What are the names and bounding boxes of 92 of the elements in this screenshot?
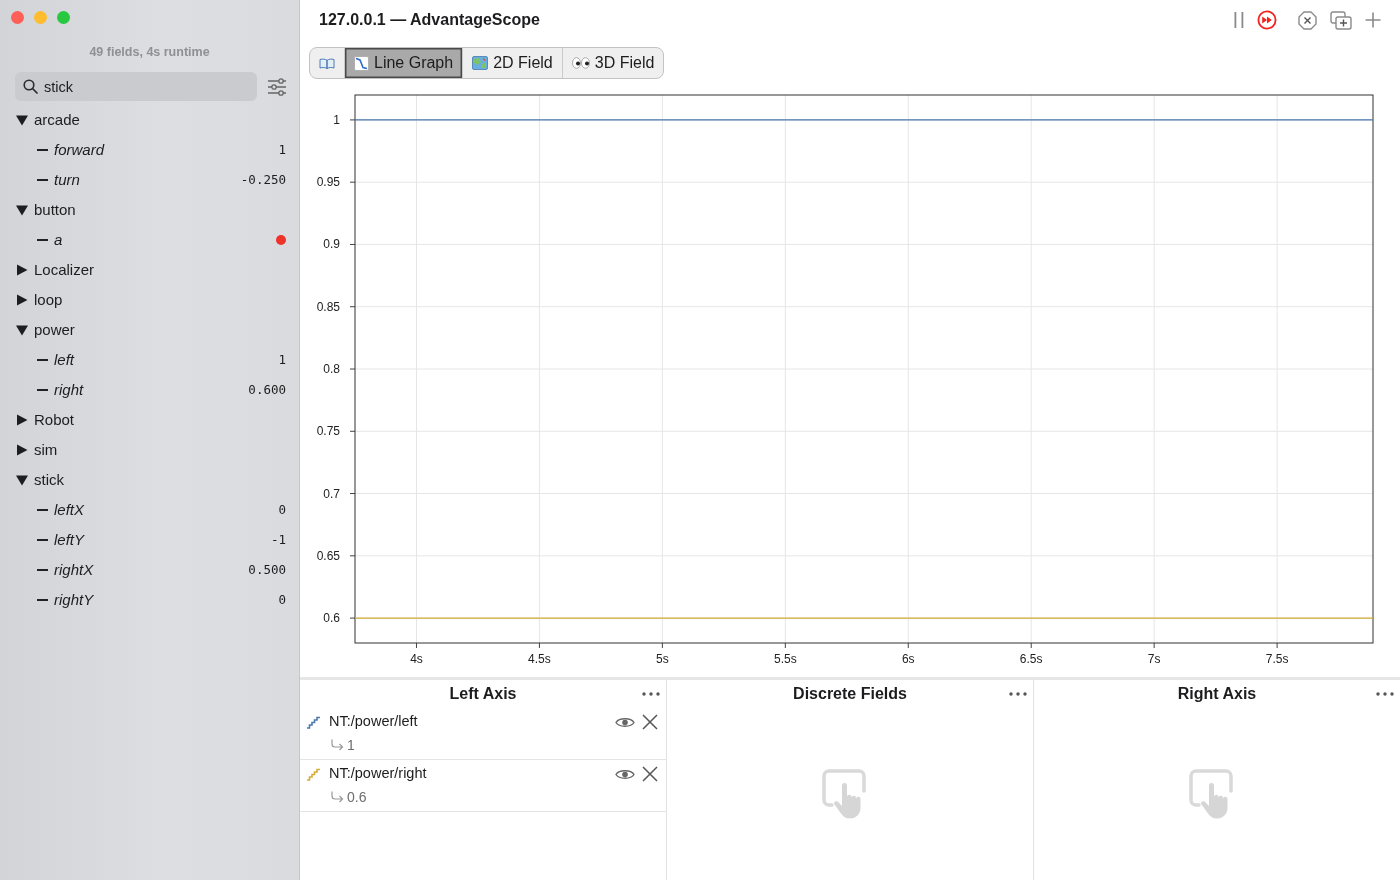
field-label[interactable]: rightY — [54, 588, 94, 612]
return-arrow-icon — [330, 739, 344, 751]
tab[interactable]: Line Graph — [345, 48, 464, 78]
return-arrow-icon — [330, 791, 344, 803]
close-icon[interactable] — [1298, 10, 1317, 30]
more-icon[interactable] — [1376, 692, 1394, 696]
dash-icon — [37, 569, 48, 571]
eye-icon[interactable] — [615, 767, 635, 781]
pause-icon[interactable] — [1234, 12, 1244, 28]
more-icon[interactable] — [642, 692, 660, 696]
disclosure-triangle-icon[interactable] — [16, 204, 28, 216]
disclosure-triangle-icon[interactable] — [16, 474, 28, 486]
field-label[interactable]: a — [54, 228, 63, 252]
field-name[interactable]: NT:/power/left — [329, 711, 418, 733]
dash-icon — [37, 239, 48, 241]
axis-tick-label: 6s — [901, 652, 915, 666]
disclosure-triangle-icon[interactable] — [16, 444, 28, 456]
open-book-icon — [319, 57, 335, 69]
axis-tick-label: 1 — [333, 112, 340, 127]
dash-icon — [37, 179, 48, 181]
search-icon — [23, 79, 38, 94]
disclosure-triangle-icon[interactable] — [16, 264, 28, 276]
close-icon[interactable] — [642, 766, 658, 782]
axis-tick-label: 4.5s — [528, 652, 551, 666]
group-label[interactable]: Robot — [34, 408, 75, 432]
group-label[interactable]: sim — [34, 438, 58, 462]
axis-tick-label: 7s — [1147, 652, 1161, 666]
fast-forward-icon[interactable] — [1257, 10, 1277, 30]
dash-icon — [37, 359, 48, 361]
field-value: 0.600 — [248, 380, 286, 399]
dash-icon — [37, 509, 48, 511]
axis-tick-label: 7.5s — [1265, 652, 1289, 666]
sliders-icon[interactable] — [267, 77, 287, 96]
panel-title: Discrete Fields — [793, 684, 907, 704]
more-icon[interactable] — [1009, 692, 1027, 696]
group-label[interactable]: Localizer — [34, 258, 95, 282]
field-label[interactable]: leftY — [54, 528, 84, 552]
disclosure-triangle-icon[interactable] — [16, 294, 28, 306]
disclosure-triangle-icon[interactable] — [16, 324, 28, 336]
axis-tick-label: 0.85 — [316, 299, 340, 314]
field-label[interactable]: turn — [54, 168, 80, 192]
axis-tick-label: 0.75 — [316, 424, 340, 439]
axis-tick-label: 6.5s — [1019, 652, 1043, 666]
field-label[interactable]: left — [54, 348, 74, 372]
axis-tick-label: 0.95 — [316, 175, 340, 190]
axis-tick-label: 5s — [656, 652, 669, 666]
field-value: 1 — [278, 350, 286, 369]
field-value: 0 — [278, 590, 286, 609]
axis-tick-label: 0.8 — [323, 362, 340, 376]
field-label[interactable]: leftX — [54, 498, 84, 522]
add-window-icon[interactable] — [1330, 10, 1352, 30]
eyes-icon — [571, 57, 590, 69]
field-summary: 49 fields, 4s runtime — [88, 44, 211, 61]
axis-tick-label: 0.65 — [316, 548, 340, 563]
dash-icon — [37, 539, 48, 541]
field-label[interactable]: right — [54, 378, 84, 402]
close-icon[interactable] — [642, 714, 658, 730]
field-name[interactable]: NT:/power/right — [329, 763, 427, 785]
field-value: 1 — [347, 735, 355, 755]
field-value: 0.500 — [248, 560, 286, 579]
axis-tick-label: 0.6 — [323, 611, 340, 626]
panel-title: Left Axis — [449, 684, 517, 704]
field-label[interactable]: forward — [54, 138, 105, 162]
field-value: 1 — [278, 140, 286, 159]
field-label[interactable]: rightX — [54, 558, 94, 582]
group-label[interactable]: button — [34, 198, 76, 222]
group-label[interactable]: stick — [34, 468, 64, 492]
field-value: 0 — [278, 500, 286, 519]
map-icon — [472, 56, 489, 70]
field-value: -1 — [270, 530, 286, 549]
tab[interactable]: 3D Field — [562, 48, 664, 78]
dash-icon — [37, 149, 48, 151]
dash-icon — [37, 389, 48, 391]
axis-tick-label: 5.5s — [773, 652, 797, 666]
axis-tick-label: 4s — [410, 652, 423, 666]
group-label[interactable]: arcade — [34, 108, 80, 132]
dash-icon — [37, 599, 48, 601]
eye-icon[interactable] — [615, 715, 635, 729]
field-value: -0.250 — [240, 170, 286, 189]
plus-icon[interactable] — [1365, 12, 1381, 28]
panel-title: Right Axis — [1177, 684, 1257, 704]
group-label[interactable]: loop — [34, 288, 63, 312]
axis-tick-label: 0.9 — [323, 237, 340, 252]
field-value: 0.6 — [347, 787, 367, 807]
group-label[interactable]: power — [34, 318, 75, 342]
disclosure-triangle-icon[interactable] — [16, 414, 28, 426]
search-field[interactable]: stick — [15, 72, 257, 101]
axis-tick-label: 0.7 — [323, 486, 340, 501]
line-chart-icon — [354, 55, 369, 71]
disclosure-triangle-icon[interactable] — [16, 114, 28, 126]
tab[interactable]: 2D Field — [463, 48, 563, 78]
window-title: 127.0.0.1 — AdvantageScope — [319, 10, 540, 30]
